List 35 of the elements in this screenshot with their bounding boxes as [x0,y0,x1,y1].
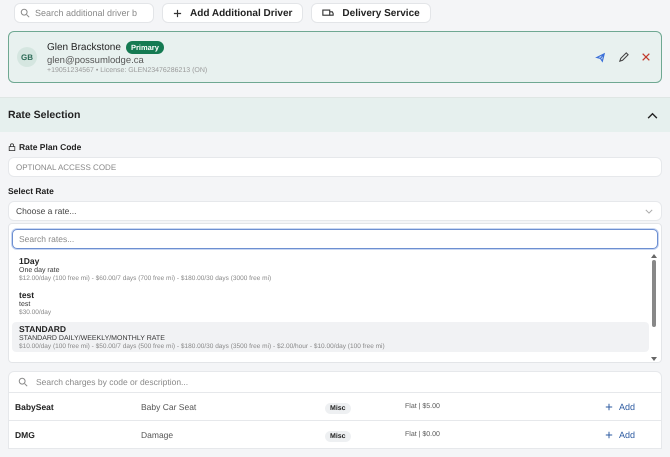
section-title: Rate Selection [8,109,80,121]
access-code-field[interactable]: OPTIONAL ACCESS CODE [8,157,662,177]
chevron-icon[interactable] [647,112,658,118]
driver-name: Glen Brackstone [47,42,121,52]
plus-icon [173,8,182,18]
scroll-down-icon[interactable] [650,357,656,361]
lock-icon [8,143,16,151]
field-label: Rate Plan Code [19,142,82,152]
charge-code: BabySeat [15,402,55,412]
plus-icon [604,402,613,410]
charge-code: DMG [15,430,36,440]
charge-description: Baby Car Seat [141,402,198,412]
edit-icon[interactable] [618,52,629,62]
delivery-service-button[interactable]: Delivery Service [311,3,431,23]
rate-search-field[interactable]: Search rates... [12,229,658,249]
truck-icon [322,8,334,18]
avatar-initials: GB [17,47,37,67]
charge-search-field[interactable]: Search charges by code or description... [8,371,662,393]
driver-search-field[interactable]: Search additional driver b [14,3,154,23]
add-driver-button[interactable]: Add Additional Driver [162,3,304,23]
scroll-up-icon[interactable] [650,254,656,258]
scrollbar[interactable] [649,254,658,361]
charge-description: Damage [141,430,174,440]
driver-email: glen@possumlodge.ca [47,54,145,66]
add-charge-button[interactable]: Add [604,430,635,440]
plus-icon [604,430,613,438]
rate-select[interactable]: Choose a rate... [8,201,662,221]
section-header[interactable]: Rate Selection [0,97,670,132]
close-icon[interactable] [641,52,651,62]
chevron-icon [645,208,653,214]
add-charge-button[interactable]: Add [604,402,635,412]
field-label: Select Rate [8,186,55,196]
search-icon [20,8,30,18]
plane-icon[interactable] [595,52,606,62]
search-icon [18,377,28,387]
